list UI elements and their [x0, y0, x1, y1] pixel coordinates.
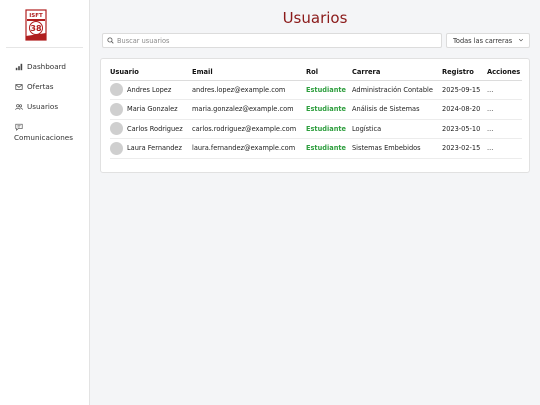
- sidebar-item-label: Usuarios: [27, 102, 59, 111]
- column-header-email: Email: [192, 65, 306, 81]
- row-actions-button[interactable]: ...: [487, 138, 522, 159]
- user-role: Estudiante: [306, 138, 352, 159]
- user-name: Carlos Rodriguez: [127, 124, 183, 133]
- user-name: Laura Fernandez: [127, 144, 182, 153]
- row-actions-button[interactable]: ...: [487, 80, 522, 100]
- user-registration-date: 2025-09-15: [442, 80, 487, 100]
- column-header-registro: Registro: [442, 65, 487, 81]
- avatar: [110, 122, 123, 136]
- user-career: Administración Contable: [352, 80, 442, 100]
- career-filter-select[interactable]: Todas las carreras: [446, 33, 530, 48]
- bar-chart-icon: [14, 62, 23, 71]
- svg-text:38: 38: [30, 24, 42, 33]
- users-table-card: Usuario Email Rol Carrera Registro Accio…: [100, 58, 530, 173]
- user-name: Andres Lopez: [127, 85, 172, 94]
- avatar: [110, 83, 123, 97]
- message-icon: [14, 122, 23, 131]
- table-header-row: Usuario Email Rol Carrera Registro Accio…: [110, 65, 522, 81]
- table-row: Carlos Rodriguez carlos.rodriguez@exampl…: [110, 119, 522, 139]
- row-actions-button[interactable]: ...: [487, 99, 522, 120]
- user-email: carlos.rodriguez@example.com: [192, 119, 306, 139]
- search-box[interactable]: [102, 33, 442, 48]
- user-email: maria.gonzalez@example.com: [192, 99, 306, 120]
- sidebar: ISFT 38 Dashboard Ofertas Usuarios Comun…: [0, 0, 90, 405]
- user-registration-date: 2023-05-10: [442, 119, 487, 139]
- table-row: Andres Lopez andres.lopez@example.com Es…: [110, 80, 522, 100]
- user-role: Estudiante: [306, 99, 352, 120]
- sidebar-item-label: Comunicaciones: [14, 133, 73, 142]
- user-role: Estudiante: [306, 119, 352, 139]
- column-header-acciones: Acciones: [487, 65, 522, 81]
- user-career: Sistemas Embebidos: [352, 138, 442, 159]
- sidebar-item-label: Dashboard: [27, 62, 66, 71]
- column-header-carrera: Carrera: [352, 65, 442, 81]
- user-registration-date: 2024-08-20: [442, 99, 487, 120]
- institute-logo[interactable]: ISFT 38: [25, 9, 47, 41]
- user-career: Logística: [352, 119, 442, 139]
- user-email: andres.lopez@example.com: [192, 80, 306, 100]
- main-content: Usuarios Todas las carreras Usuario Emai…: [90, 0, 540, 405]
- users-table: Usuario Email Rol Carrera Registro Accio…: [110, 65, 522, 159]
- sidebar-item-dashboard[interactable]: Dashboard: [14, 62, 73, 71]
- row-actions-button[interactable]: ...: [487, 119, 522, 139]
- column-header-rol: Rol: [306, 65, 352, 81]
- sidebar-item-comunicaciones[interactable]: Comunicaciones: [14, 122, 73, 142]
- table-row: Laura Fernandez laura.fernandez@example.…: [110, 138, 522, 159]
- users-icon: [14, 102, 23, 111]
- sidebar-item-usuarios[interactable]: Usuarios: [14, 102, 73, 111]
- svg-text:ISFT: ISFT: [29, 13, 43, 19]
- table-row: Maria Gonzalez maria.gonzalez@example.co…: [110, 99, 522, 120]
- user-role: Estudiante: [306, 80, 352, 100]
- user-career: Análisis de Sistemas: [352, 99, 442, 120]
- avatar: [110, 102, 123, 116]
- mail-icon: [14, 82, 23, 91]
- sidebar-item-label: Ofertas: [27, 82, 54, 91]
- sidebar-item-ofertas[interactable]: Ofertas: [14, 82, 73, 91]
- user-name: Maria Gonzalez: [127, 105, 178, 114]
- sidebar-divider: [6, 47, 83, 48]
- chevron-down-icon: [518, 37, 524, 45]
- search-input[interactable]: [117, 36, 441, 45]
- user-email: laura.fernandez@example.com: [192, 138, 306, 159]
- career-filter-value: Todas las carreras: [453, 36, 513, 45]
- avatar: [110, 141, 123, 155]
- sidebar-nav: Dashboard Ofertas Usuarios Comunicacione…: [14, 62, 73, 153]
- user-registration-date: 2023-02-15: [442, 138, 487, 159]
- search-icon: [103, 37, 117, 44]
- column-header-usuario: Usuario: [110, 65, 192, 81]
- page-title: Usuarios: [282, 9, 348, 27]
